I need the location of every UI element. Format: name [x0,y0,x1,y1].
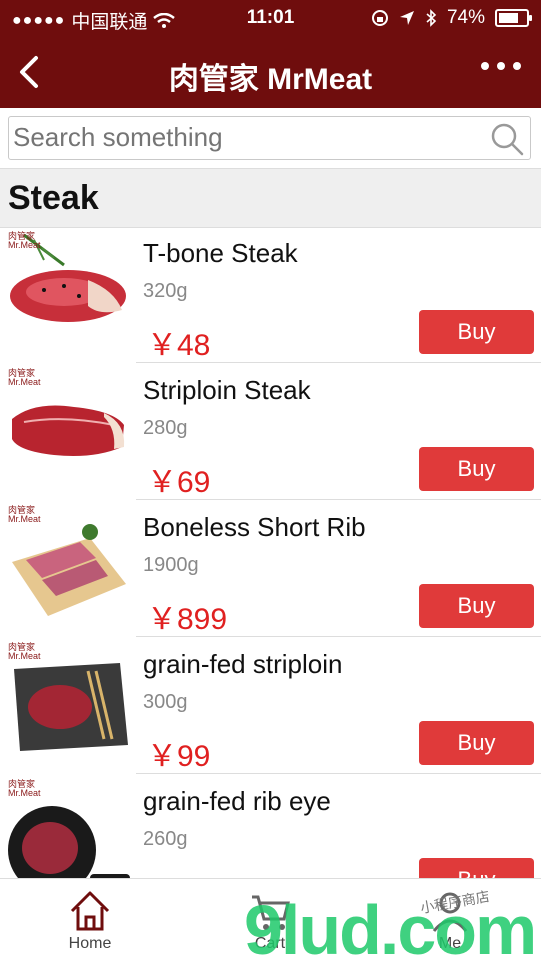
product-image: 肉管家 Mr.Meat [4,778,132,878]
product-name: Striploin Steak [143,375,311,405]
list-item[interactable]: 肉管家Mr.Meat grain-fed rib eye 260g ￥99 Bu… [0,774,541,878]
product-price: ￥99 [147,868,210,878]
product-name: grain-fed striploin [143,649,343,679]
brand-logo: 肉管家 Mr.Meat [8,779,41,798]
location-icon [399,11,414,25]
home-icon [70,891,110,931]
product-image: 肉管家 Mr.Meat [4,230,132,358]
lock-rotation-icon [371,10,388,26]
tab-home[interactable]: Home [30,887,150,953]
page-title: 肉管家 MrMeat [168,63,373,96]
category-title: Steak [8,179,99,217]
product-price: ￥69 [147,466,211,499]
brand-logo: 肉管家 Mr.Meat [8,368,41,387]
product-price: ￥48 [147,329,211,362]
category-header: Steak [0,168,541,228]
product-weight: 1900g [143,554,199,576]
more-options-icon[interactable] [481,62,521,70]
bluetooth-icon [426,9,437,27]
battery-icon [495,9,532,27]
buy-button[interactable]: Buy [419,721,534,765]
product-weight: 280g [143,417,188,439]
buy-button[interactable]: Buy [419,584,534,628]
search-icon[interactable] [490,122,524,156]
list-item[interactable]: 肉管家 Mr.Meat T-bone Steak 320g ￥48 Buy [0,226,541,363]
list-item[interactable]: 肉管家 Mr.Meat Striploin Steak 280g ￥69 Buy [0,363,541,500]
brand-logo: 肉管家 Mr.Meat [8,642,41,661]
product-weight: 320g [143,280,188,302]
product-price: ￥899 [147,603,228,636]
nav-bar: 肉管家 MrMeat [0,36,541,108]
tab-home-label: Home [68,935,112,952]
search-box[interactable] [8,116,531,160]
list-item[interactable]: 肉管家 Mr.Meat Boneless Short Rib 1900g ￥899… [0,500,541,637]
buy-button[interactable]: Buy [419,447,534,491]
battery-percent: 74% [446,7,485,28]
search-bar [0,108,541,168]
product-weight: 300g [143,691,188,713]
product-price: ￥99 [147,740,211,773]
product-name: Boneless Short Rib [143,512,366,542]
watermark: 9lud.com [244,891,537,969]
product-list: 肉管家 Mr.Meat T-bone Steak 320g ￥48 Buy 肉管家… [0,226,541,878]
search-input[interactable] [9,117,477,157]
product-image: 肉管家 Mr.Meat [4,367,132,495]
status-bar: ●●●●● 中国联通 11:01 74% [0,0,541,36]
buy-button[interactable]: Buy [419,310,534,354]
brand-logo: 肉管家 Mr.Meat [8,505,41,524]
buy-button[interactable]: Buy [419,858,534,878]
list-item[interactable]: 肉管家 Mr.Meat grain-fed striploin 300g ￥99 … [0,637,541,774]
product-image: 肉管家 Mr.Meat [4,504,132,632]
product-name: grain-fed rib eye [143,786,331,816]
product-name: T-bone Steak [143,238,298,268]
brand-logo: 肉管家 Mr.Meat [8,231,41,250]
product-image: 肉管家 Mr.Meat [4,641,132,769]
product-weight: 260g [143,828,188,850]
